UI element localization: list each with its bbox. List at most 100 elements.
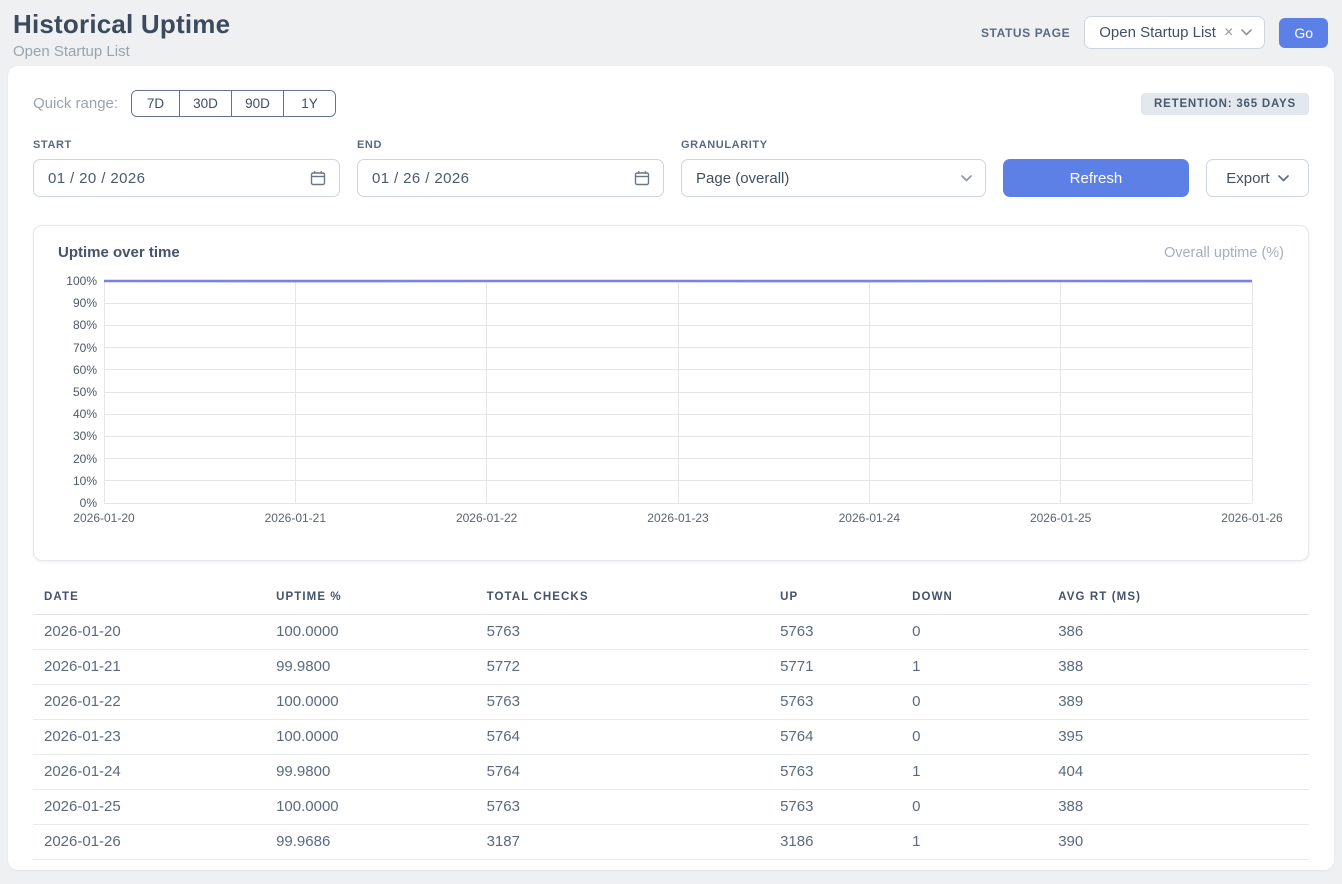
table-cell: 5763 [487,615,780,650]
x-axis-tick-label: 2026-01-20 [73,511,134,525]
export-button[interactable]: Export [1206,159,1309,197]
header-left: Historical Uptime Open Startup List [13,9,230,60]
table-cell: 395 [1058,720,1309,755]
header-right: STATUS PAGE Open Startup List × Go [981,16,1328,49]
granularity-select[interactable]: Page (overall) [681,159,986,197]
clear-icon[interactable]: × [1224,25,1233,41]
filters-row: START 01 / 20 / 2026 END 01 / 26 / 2026 … [33,139,1309,197]
x-axis-tick-label: 2026-01-23 [647,511,708,525]
table-cell: 100.0000 [276,685,487,720]
export-button-label: Export [1226,170,1269,187]
table-cell: 1 [912,650,1058,685]
table-cell: 99.9800 [276,755,487,790]
table-cell: 0 [912,615,1058,650]
table-cell: 5764 [487,755,780,790]
table-column-header: TOTAL CHECKS [487,585,780,615]
go-button[interactable]: Go [1279,18,1328,48]
table-cell: 390 [1058,825,1309,860]
quick-range-button-30d[interactable]: 30D [179,91,231,116]
y-axis-tick-label: 90% [73,296,97,310]
table-cell: 5763 [487,685,780,720]
table-cell: 5763 [780,790,912,825]
table-row: 2026-01-25100.0000576357630388 [33,790,1309,825]
top-header: Historical Uptime Open Startup List STAT… [0,0,1342,66]
y-axis-tick-label: 100% [66,274,97,288]
y-axis-tick-label: 0% [80,496,97,510]
table-cell: 1 [912,825,1058,860]
table-cell: 2026-01-24 [33,755,276,790]
quick-range-label: Quick range: [33,95,118,112]
table-column-header: DOWN [912,585,1058,615]
y-axis-tick-label: 70% [73,341,97,355]
table-cell: 5764 [487,720,780,755]
y-axis-tick-label: 40% [73,407,97,421]
end-date-value: 01 / 26 / 2026 [372,170,469,187]
page-subtitle: Open Startup List [13,43,230,60]
table-cell: 0 [912,790,1058,825]
quick-range-button-90d[interactable]: 90D [231,91,283,116]
calendar-icon[interactable] [310,170,326,186]
chart-title: Uptime over time [58,244,180,261]
table-cell: 2026-01-21 [33,650,276,685]
quick-range-row: Quick range: 7D30D90D1Y RETENTION: 365 D… [33,90,1309,117]
status-page-select[interactable]: Open Startup List × [1084,16,1265,49]
y-axis-tick-label: 30% [73,429,97,443]
uptime-chart-card: Uptime over time Overall uptime (%) 0% 10… [33,225,1309,561]
table-cell: 2026-01-20 [33,615,276,650]
chart-plot-area [104,281,1252,503]
table-cell: 5763 [780,685,912,720]
table-column-header: UPTIME % [276,585,487,615]
start-date-input[interactable]: 01 / 20 / 2026 [33,159,340,197]
refresh-button[interactable]: Refresh [1003,159,1189,197]
table-cell: 5763 [487,790,780,825]
table-cell: 5772 [487,650,780,685]
table-cell: 388 [1058,790,1309,825]
table-cell: 0 [912,685,1058,720]
y-axis-tick-label: 20% [73,452,97,466]
x-axis-tick-label: 2026-01-24 [839,511,900,525]
chart-y-axis: 0%10%20%30%40%50%60%70%80%90%100% [58,281,104,503]
x-axis-tick-label: 2026-01-22 [456,511,517,525]
uptime-table: DATEUPTIME %TOTAL CHECKSUPDOWNAVG RT (MS… [33,585,1309,860]
table-cell: 5763 [780,755,912,790]
granularity-label: GRANULARITY [681,139,986,151]
quick-range-button-7d[interactable]: 7D [132,91,179,116]
table-cell: 5771 [780,650,912,685]
table-cell: 386 [1058,615,1309,650]
chart-legend: Overall uptime (%) [1164,245,1284,261]
table-cell: 99.9800 [276,650,487,685]
end-label: END [357,139,664,151]
uptime-line-series [104,281,1252,503]
table-cell: 2026-01-22 [33,685,276,720]
table-cell: 100.0000 [276,615,487,650]
start-date-field-wrap: START 01 / 20 / 2026 [33,139,340,197]
table-column-header: DATE [33,585,276,615]
table-cell: 1 [912,755,1058,790]
calendar-icon[interactable] [634,170,650,186]
table-row: 2026-01-20100.0000576357630386 [33,615,1309,650]
table-body: 2026-01-20100.00005763576303862026-01-21… [33,615,1309,860]
table-row: 2026-01-2699.9686318731861390 [33,825,1309,860]
x-axis-tick-label: 2026-01-25 [1030,511,1091,525]
table-cell: 2026-01-23 [33,720,276,755]
granularity-value: Page (overall) [696,170,789,187]
table-cell: 0 [912,720,1058,755]
table-cell: 100.0000 [276,720,487,755]
start-date-value: 01 / 20 / 2026 [48,170,145,187]
end-date-input[interactable]: 01 / 26 / 2026 [357,159,664,197]
table-cell: 404 [1058,755,1309,790]
table-column-header: AVG RT (MS) [1058,585,1309,615]
retention-badge: RETENTION: 365 DAYS [1141,93,1309,115]
table-cell: 388 [1058,650,1309,685]
table-cell: 3186 [780,825,912,860]
x-axis-tick-label: 2026-01-26 [1221,511,1282,525]
granularity-field-wrap: GRANULARITY Page (overall) [681,139,986,197]
uptime-chart: 0%10%20%30%40%50%60%70%80%90%100% [58,281,1284,503]
chevron-down-icon [1278,175,1289,182]
x-axis-tick-label: 2026-01-21 [265,511,326,525]
table-cell: 100.0000 [276,790,487,825]
chevron-down-icon [961,175,972,182]
quick-range-button-1y[interactable]: 1Y [283,91,335,116]
table-row: 2026-01-22100.0000576357630389 [33,685,1309,720]
table-row: 2026-01-2499.9800576457631404 [33,755,1309,790]
